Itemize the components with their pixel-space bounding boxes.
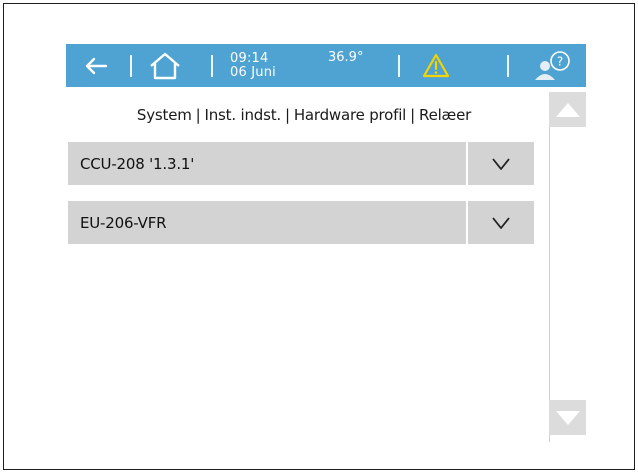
expand-button[interactable] bbox=[466, 142, 534, 185]
expand-button[interactable] bbox=[466, 201, 534, 244]
back-button[interactable] bbox=[74, 44, 118, 87]
divider bbox=[507, 55, 509, 77]
scrollbar[interactable] bbox=[549, 92, 586, 442]
chevron-down-icon bbox=[492, 157, 510, 170]
scroll-down-button[interactable] bbox=[549, 400, 586, 435]
back-arrow-icon bbox=[85, 57, 108, 74]
list-item-label: CCU-208 '1.3.1' bbox=[80, 154, 195, 173]
list-item-ccu-208[interactable]: CCU-208 '1.3.1' bbox=[68, 142, 534, 185]
home-button[interactable] bbox=[138, 44, 192, 87]
breadcrumb-relaeer[interactable]: Relæer bbox=[419, 106, 471, 124]
breadcrumb: System | Inst. indst. | Hardware profil … bbox=[66, 103, 542, 127]
breadcrumb-inst-indst[interactable]: Inst. indst. bbox=[205, 106, 282, 124]
breadcrumb-separator: | bbox=[195, 106, 201, 124]
warning-icon bbox=[422, 53, 450, 78]
chevron-down-icon bbox=[492, 216, 510, 229]
svg-text:?: ? bbox=[557, 54, 563, 68]
divider bbox=[130, 55, 132, 77]
scroll-up-button[interactable] bbox=[549, 92, 586, 127]
breadcrumb-hardware-profil[interactable]: Hardware profil bbox=[294, 106, 407, 124]
breadcrumb-system[interactable]: System bbox=[137, 106, 192, 124]
divider bbox=[211, 55, 213, 77]
user-help-icon: ? bbox=[535, 50, 570, 80]
clock-time: 09:14 bbox=[230, 50, 269, 66]
warning-button[interactable] bbox=[412, 44, 460, 87]
date-time-display: 09:14 06 Juni bbox=[230, 44, 300, 87]
user-help-button[interactable]: ? bbox=[524, 44, 582, 87]
clock-date: 06 Juni bbox=[230, 64, 276, 80]
home-icon bbox=[150, 52, 180, 79]
breadcrumb-separator: | bbox=[410, 106, 416, 124]
triangle-up-icon bbox=[555, 102, 580, 117]
divider bbox=[398, 55, 400, 77]
list-item-label: EU-206-VFR bbox=[80, 213, 167, 232]
top-bar: 09:14 06 Juni 36.9° ? bbox=[66, 44, 586, 87]
breadcrumb-separator: | bbox=[284, 106, 290, 124]
triangle-down-icon bbox=[555, 410, 580, 425]
temperature-readout: 36.9° bbox=[328, 50, 364, 65]
list-item-eu-206-vfr[interactable]: EU-206-VFR bbox=[68, 201, 534, 244]
